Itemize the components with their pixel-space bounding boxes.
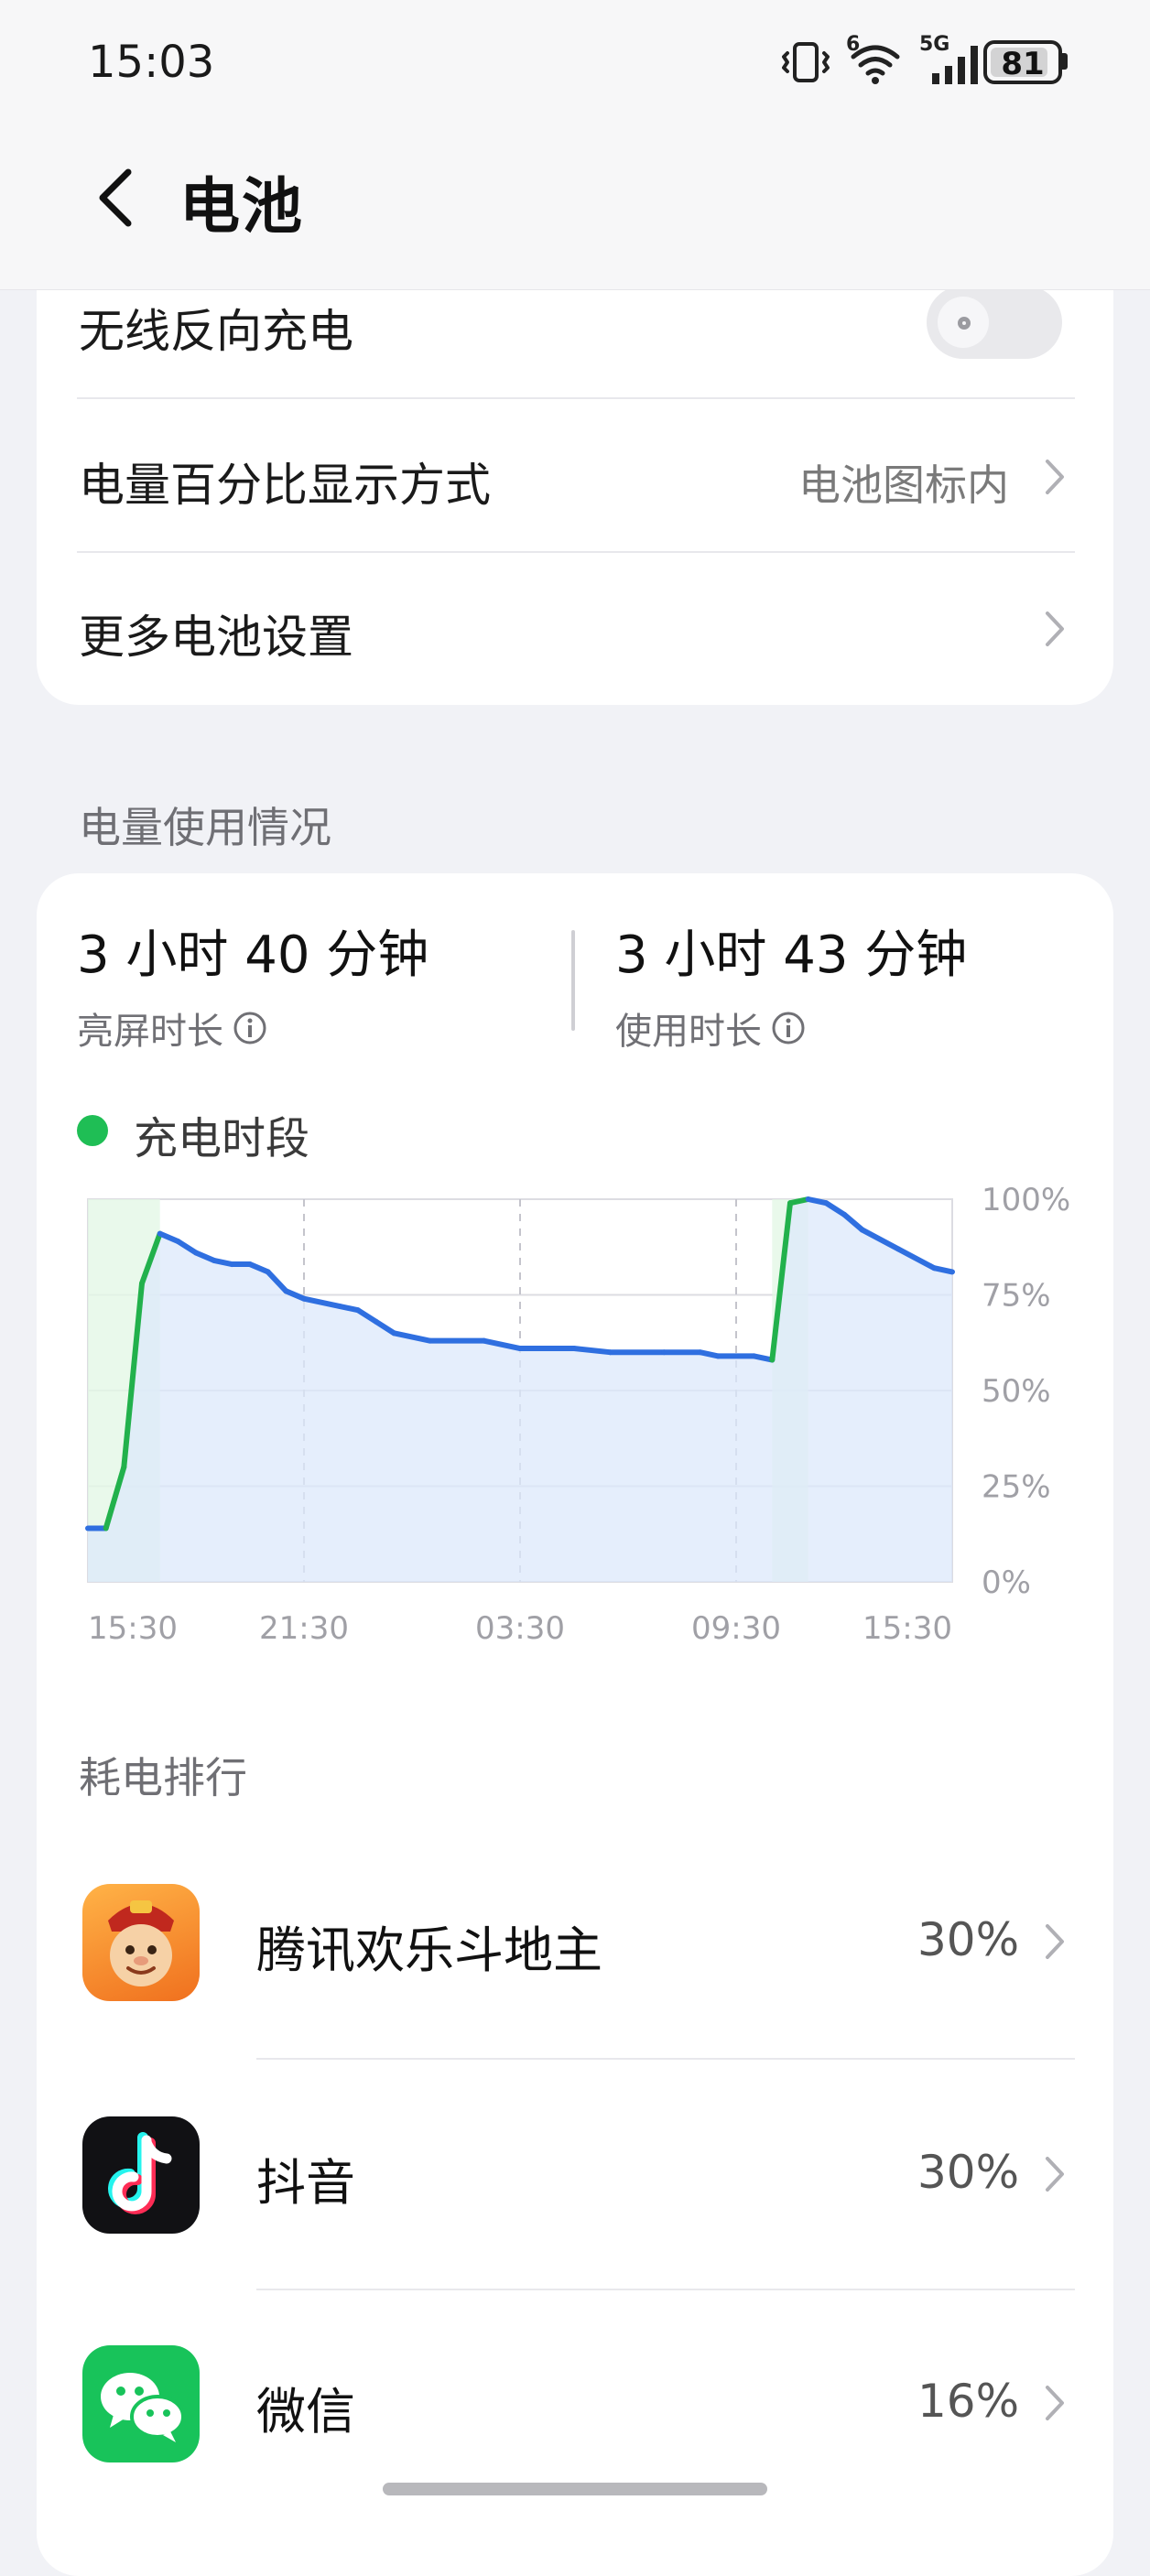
y-tick-label: 100%: [982, 1182, 1070, 1218]
status-time: 15:03: [88, 37, 215, 88]
page-title: 电池: [179, 171, 304, 242]
x-tick-label: 03:30: [475, 1610, 565, 1647]
info-icon[interactable]: [771, 1011, 806, 1045]
toggle-knob: [938, 297, 989, 348]
screen-time-label: 亮屏时长: [77, 1011, 223, 1053]
charging-legend-dot: [77, 1115, 108, 1146]
usage-time-label: 使用时长: [615, 1011, 762, 1053]
stats-separator: [571, 930, 575, 1031]
divider: [256, 2289, 1075, 2290]
x-tick-label: 15:30: [862, 1610, 952, 1647]
chevron-right-icon: [1046, 612, 1064, 646]
signal-icon: 5G: [919, 33, 983, 86]
usage-time-value: 3 小时 43 分钟: [615, 925, 968, 985]
battery-line-segment: [697, 1349, 721, 1359]
battery-line-segment: [337, 1304, 361, 1314]
battery-area-fill: [88, 1199, 952, 1582]
charging-line-segment: [787, 1196, 811, 1207]
app-percent: 30%: [917, 2146, 1020, 2199]
douyin-app-icon: [82, 2116, 200, 2234]
x-tick-label: 21:30: [259, 1610, 349, 1647]
vibrate-icon: [782, 42, 830, 82]
wechat-app-icon: [82, 2345, 200, 2462]
x-tick-label: 09:30: [691, 1610, 781, 1647]
app-percent: 30%: [917, 1913, 1020, 1966]
wireless-reverse-label: 无线反向充电: [79, 305, 353, 358]
network-type: 5G: [919, 33, 950, 56]
status-icons: 6 5G: [780, 33, 983, 90]
back-button[interactable]: [88, 161, 146, 234]
info-icon[interactable]: [233, 1011, 267, 1045]
chevron-right-icon: [1046, 2386, 1064, 2420]
home-indicator[interactable]: [383, 2483, 767, 2495]
top-bar: 15:03 6 5G 81 电池: [0, 0, 1150, 290]
ranking-section-title: 耗电排行: [79, 1753, 247, 1802]
chevron-right-icon: [1046, 2157, 1064, 2192]
app-name: 抖音: [256, 2154, 355, 2212]
app-name: 腾讯欢乐斗地主: [256, 1921, 602, 1979]
battery-line-segment: [571, 1346, 613, 1356]
y-tick-label: 75%: [982, 1278, 1051, 1315]
doudizhu-app-icon: [82, 1884, 200, 2001]
battery-line-segment: [805, 1196, 830, 1207]
battery-line-segment: [931, 1265, 955, 1275]
charging-legend-label: 充电时段: [134, 1113, 310, 1164]
battery-line-segment: [211, 1257, 235, 1268]
usage-time-label-group: 使用时长: [615, 1001, 806, 1055]
screen-time-label-group: 亮屏时长: [77, 1001, 267, 1055]
usage-section-title: 电量使用情况: [79, 803, 331, 852]
divider: [256, 2058, 1075, 2060]
divider: [77, 551, 1075, 553]
battery-level-chart: 100% 75% 50% 25% 0% 15:30 21:30 03:30 09:30 15:3…: [85, 1182, 1070, 1647]
battery-level: 81: [1001, 46, 1045, 82]
wifi-icon: 6: [846, 33, 905, 86]
chevron-right-icon: [1046, 1924, 1064, 1959]
chevron-left-icon: [99, 168, 132, 227]
app-name: 微信: [256, 2383, 355, 2441]
y-tick-label: 25%: [982, 1469, 1051, 1506]
wifi-badge: 6: [846, 33, 861, 56]
app-percent: 16%: [917, 2375, 1020, 2428]
battery-line-segment: [751, 1353, 776, 1363]
percentage-display-value: 电池图标内: [798, 460, 1009, 510]
y-tick-label: 0%: [982, 1564, 1031, 1601]
percentage-display-label: 电量百分比显示方式: [79, 459, 491, 512]
battery-icon: 81: [983, 40, 1062, 84]
x-tick-label: 15:30: [88, 1610, 178, 1647]
divider: [77, 397, 1075, 399]
y-tick-label: 50%: [982, 1373, 1051, 1410]
screen-time-value: 3 小时 40 分钟: [77, 925, 429, 985]
more-battery-settings-label: 更多电池设置: [79, 611, 353, 664]
chevron-right-icon: [1046, 460, 1064, 494]
wireless-reverse-toggle[interactable]: [927, 286, 1062, 359]
